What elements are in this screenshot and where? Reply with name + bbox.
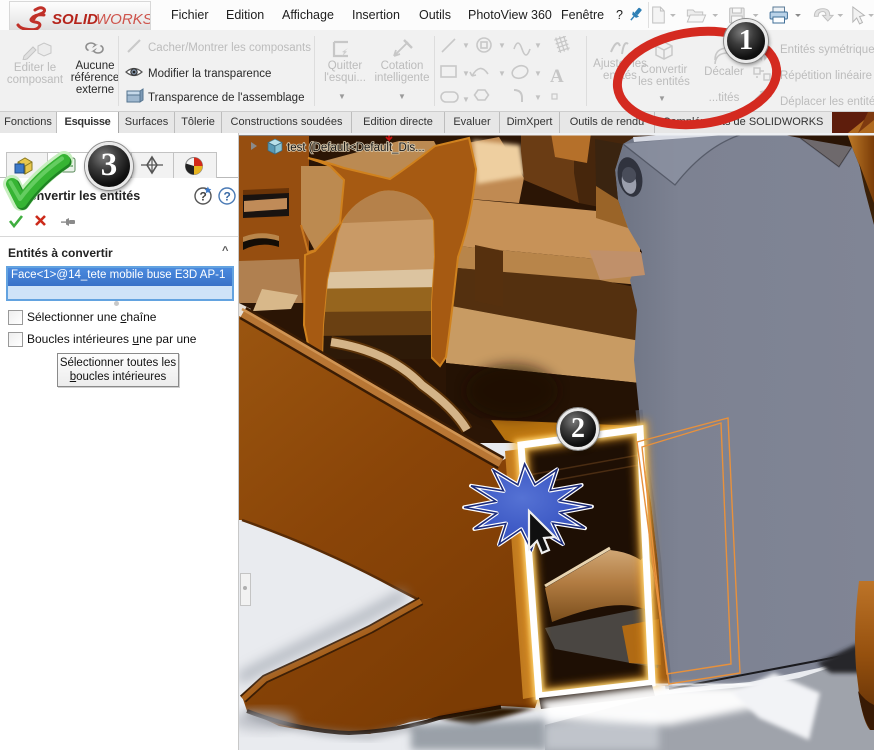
svg-text:▼: ▼ (462, 95, 470, 104)
svg-text:▼: ▼ (498, 41, 506, 50)
svg-text:▼: ▼ (462, 69, 470, 78)
svg-text:▼: ▼ (498, 69, 506, 78)
svg-text:A: A (550, 66, 564, 87)
svg-text:SOLID: SOLID (52, 11, 98, 28)
svg-text:▼: ▼ (534, 41, 542, 50)
svg-text:▼: ▼ (462, 41, 470, 50)
svg-text:▼: ▼ (534, 69, 542, 78)
svg-text:test (Default<Default_Dis...: test (Default<Default_Dis... (287, 142, 425, 154)
svg-text:▼: ▼ (534, 93, 542, 102)
svg-text:?: ? (224, 190, 231, 204)
svg-text:?: ? (200, 190, 207, 204)
svg-text:WORKS: WORKS (96, 11, 150, 28)
